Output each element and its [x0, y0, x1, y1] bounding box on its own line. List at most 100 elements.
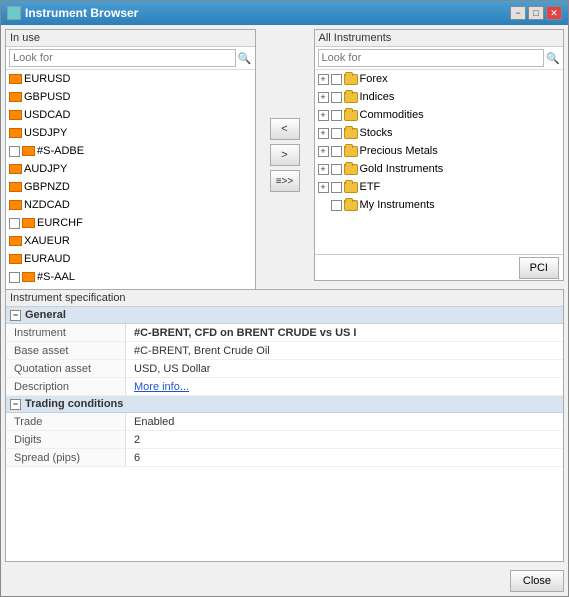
spec-label: Instrument specification [6, 290, 563, 307]
instrument-flag-icon [9, 128, 22, 138]
instrument-flag-icon [9, 254, 22, 264]
instrument-flag-icon [9, 74, 22, 84]
spec-key: Trade [6, 413, 126, 430]
list-item[interactable]: USDJPY [6, 124, 255, 142]
close-title-button[interactable]: ✕ [546, 6, 562, 20]
spec-key: Digits [6, 431, 126, 448]
pci-button[interactable]: PCI [519, 257, 559, 279]
list-item[interactable]: GBPNZD [6, 178, 255, 196]
in-use-search-input[interactable] [9, 49, 236, 67]
instrument-name: EURUSD [24, 73, 70, 85]
tree-expander[interactable]: + [318, 146, 329, 157]
category-name: My Instruments [360, 199, 435, 211]
spec-row-trade: Trade Enabled [6, 413, 563, 431]
item-checkbox[interactable] [331, 200, 342, 211]
item-checkbox[interactable] [9, 146, 20, 157]
item-checkbox[interactable] [331, 128, 342, 139]
tree-item-forex[interactable]: + Forex [315, 70, 564, 88]
all-instruments-list[interactable]: + Forex + Indices + [315, 70, 564, 254]
list-item[interactable]: USDCAD [6, 106, 255, 124]
minimize-button[interactable]: − [510, 6, 526, 20]
trading-conditions-group-header: − Trading conditions [6, 396, 563, 413]
list-item[interactable]: AUDJPY [6, 160, 255, 178]
instrument-name: EURAUD [24, 253, 70, 265]
instrument-name: AUDJPY [24, 163, 67, 175]
spec-row-instrument: Instrument #C-BRENT, CFD on BRENT CRUDE … [6, 324, 563, 342]
group-expander[interactable]: − [10, 310, 21, 321]
spec-key: Quotation asset [6, 360, 126, 377]
folder-icon [344, 146, 358, 157]
category-name: ETF [360, 181, 381, 193]
more-info-link[interactable]: More info... [134, 381, 189, 393]
instrument-flag-icon [9, 200, 22, 210]
list-item[interactable]: EURAUD [6, 250, 255, 268]
tree-expander[interactable]: + [318, 182, 329, 193]
all-instruments-section: All Instruments 🔍 + Forex + [314, 29, 565, 281]
spec-row-description: Description More info... [6, 378, 563, 396]
list-item[interactable]: EURCHF [6, 214, 255, 232]
all-instruments-search-input[interactable] [318, 49, 545, 67]
tree-item-etf[interactable]: + ETF [315, 178, 564, 196]
tree-item-gold-instruments[interactable]: + Gold Instruments [315, 160, 564, 178]
spec-key: Instrument [6, 324, 126, 341]
move-right-button[interactable]: > [270, 144, 300, 166]
main-content: In use 🔍 EURUSD GBPUSD [1, 25, 568, 596]
item-checkbox[interactable] [331, 74, 342, 85]
all-instruments-panel: All Instruments 🔍 + Forex + [314, 29, 565, 281]
list-item[interactable]: #S-AAL [6, 268, 255, 286]
spec-row-quotation-asset: Quotation asset USD, US Dollar [6, 360, 563, 378]
item-checkbox[interactable] [9, 218, 20, 229]
general-group-header: − General [6, 307, 563, 324]
move-left-button[interactable]: < [270, 118, 300, 140]
title-controls: − □ ✕ [510, 6, 562, 20]
item-checkbox[interactable] [9, 272, 20, 283]
item-checkbox[interactable] [331, 182, 342, 193]
move-all-right-button[interactable]: ≡ >> [270, 170, 300, 192]
instrument-flag-icon [9, 164, 22, 174]
spec-value: #C-BRENT, Brent Crude Oil [126, 342, 563, 359]
tree-expander[interactable]: + [318, 92, 329, 103]
list-item[interactable]: XAUEUR [6, 232, 255, 250]
title-bar: Instrument Browser − □ ✕ [1, 1, 568, 25]
instrument-name: USDJPY [24, 127, 67, 139]
instrument-name: EURCHF [37, 217, 83, 229]
spec-row-base-asset: Base asset #C-BRENT, Brent Crude Oil [6, 342, 563, 360]
tree-item-commodities[interactable]: + Commodities [315, 106, 564, 124]
tree-item-indices[interactable]: + Indices [315, 88, 564, 106]
window-icon [7, 6, 21, 20]
tree-expander[interactable]: + [318, 164, 329, 175]
spec-key: Spread (pips) [6, 449, 126, 466]
spec-content: − General Instrument #C-BRENT, CFD on BR… [6, 307, 563, 561]
tree-expander[interactable]: + [318, 74, 329, 85]
instrument-flag-icon [22, 218, 35, 228]
list-item[interactable]: #S-ADBE [6, 142, 255, 160]
category-name: Forex [360, 73, 388, 85]
tree-item-stocks[interactable]: + Stocks [315, 124, 564, 142]
folder-icon [344, 182, 358, 193]
item-checkbox[interactable] [331, 110, 342, 121]
spec-value: 2 [126, 431, 563, 448]
tree-expander[interactable]: + [318, 110, 329, 121]
spec-row-spread: Spread (pips) 6 [6, 449, 563, 467]
tree-item-precious-metals[interactable]: + Precious Metals [315, 142, 564, 160]
category-name: Gold Instruments [360, 163, 444, 175]
close-button[interactable]: Close [510, 570, 564, 592]
list-item[interactable]: NZDCAD [6, 196, 255, 214]
instrument-flag-icon [22, 146, 35, 156]
instrument-browser-window: Instrument Browser − □ ✕ In use 🔍 [0, 0, 569, 597]
tree-item-my-instruments[interactable]: My Instruments [315, 196, 564, 214]
item-checkbox[interactable] [331, 92, 342, 103]
item-checkbox[interactable] [331, 164, 342, 175]
in-use-search-row: 🔍 [6, 47, 255, 70]
list-item[interactable]: EURUSD [6, 70, 255, 88]
tree-expander[interactable]: + [318, 128, 329, 139]
folder-icon [344, 200, 358, 211]
item-checkbox[interactable] [331, 146, 342, 157]
group-expander[interactable]: − [10, 399, 21, 410]
instrument-name: USDCAD [24, 109, 70, 121]
list-item[interactable]: GBPUSD [6, 88, 255, 106]
folder-icon [344, 164, 358, 175]
instrument-name: NZDCAD [24, 199, 70, 211]
maximize-button[interactable]: □ [528, 6, 544, 20]
in-use-label: In use [6, 30, 255, 47]
